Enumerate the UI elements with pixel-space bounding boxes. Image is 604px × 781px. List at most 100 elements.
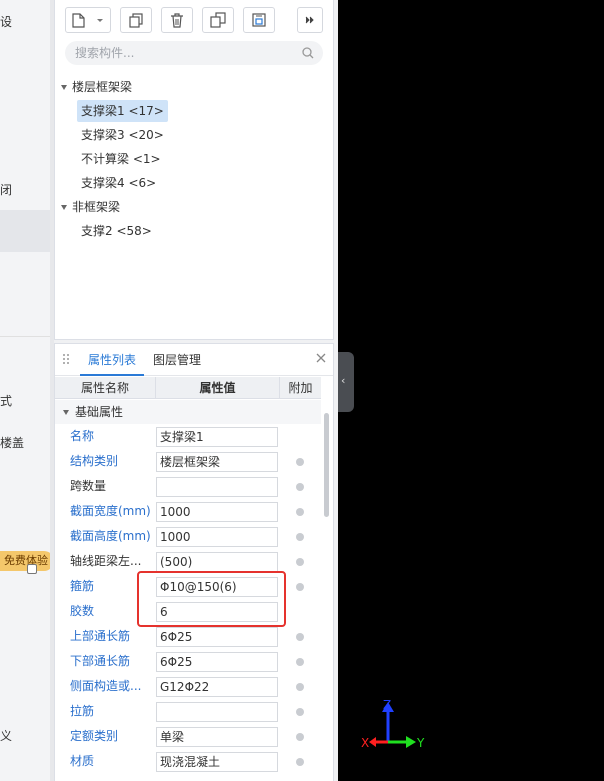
property-row: 跨数量 [55, 474, 321, 499]
more-tools-button[interactable] [297, 7, 323, 33]
extra-radio[interactable] [296, 508, 304, 516]
left-sidebar: 设 闭 式 楼盖 免费体验 义 [0, 0, 50, 781]
extra-radio[interactable] [296, 458, 304, 466]
new-file-icon [72, 13, 103, 28]
extra-radio[interactable] [296, 483, 304, 491]
property-value[interactable] [156, 477, 278, 497]
sidebar-item-fragment[interactable]: 设 [0, 13, 12, 30]
property-value[interactable] [156, 702, 278, 722]
extra-radio[interactable] [296, 658, 304, 666]
layer-copy-button[interactable] [243, 7, 275, 33]
sidebar-selected-item[interactable] [0, 210, 50, 252]
property-name: 名称 [70, 429, 95, 443]
chevron-down-icon[interactable] [63, 410, 69, 415]
property-name: 截面高度(mm) [70, 529, 151, 543]
component-toolbar [55, 0, 333, 36]
extra-radio[interactable] [296, 583, 304, 591]
extra-radio[interactable] [296, 533, 304, 541]
property-name: 下部通长筋 [70, 654, 131, 668]
section-basic-properties[interactable]: 基础属性 [55, 400, 321, 424]
component-panel: 楼层框架梁 支撑梁1 <17> 支撑梁3 <20> 不计算梁 <1> 支撑梁4 … [54, 0, 334, 340]
z-axis-label: Z [383, 698, 391, 712]
tree-group-frame-beam[interactable]: 楼层框架梁 [61, 76, 132, 98]
property-name: 侧面构造或... [70, 679, 142, 693]
property-value[interactable]: 1000 [156, 527, 278, 547]
tree-group-non-frame-beam[interactable]: 非框架梁 [61, 196, 120, 218]
tab-layer-management[interactable]: 图层管理 [153, 344, 201, 376]
trial-icon [27, 564, 37, 574]
properties-scrollbar[interactable] [324, 413, 329, 517]
property-value[interactable]: 现浇混凝土 [156, 752, 278, 772]
duplicate-button[interactable] [202, 7, 234, 33]
free-trial-badge[interactable]: 免费体验 [0, 551, 50, 571]
extra-radio[interactable] [296, 708, 304, 716]
property-value[interactable]: G12Φ22 [156, 677, 278, 697]
extra-radio[interactable] [296, 558, 304, 566]
property-row: 下部通长筋 6Φ25 [55, 649, 321, 674]
column-header-value: 属性值 [155, 377, 280, 399]
tree-item[interactable]: 支撑梁1 <17> [77, 100, 168, 122]
chevron-down-icon[interactable] [61, 85, 67, 90]
x-axis-label: X [361, 736, 369, 750]
property-value[interactable]: (500) [156, 552, 278, 572]
3d-viewport[interactable] [338, 0, 604, 781]
search-icon[interactable] [302, 47, 314, 59]
y-axis-label: Y [416, 736, 425, 750]
axis-gizmo: Z Y X [361, 698, 425, 750]
delete-button[interactable] [161, 7, 193, 33]
property-value[interactable]: 6Φ25 [156, 627, 278, 647]
duplicate-icon [210, 12, 226, 28]
property-row: 名称 支撑梁1 [55, 424, 321, 449]
property-name: 跨数量 [70, 479, 107, 493]
copy-button[interactable] [120, 7, 152, 33]
tab-property-list[interactable]: 属性列表 [80, 344, 144, 376]
new-component-button[interactable] [65, 7, 111, 33]
section-label: 基础属性 [75, 405, 124, 419]
properties-tabs: 属性列表 图层管理 [55, 344, 333, 376]
property-value[interactable]: 单梁 [156, 727, 278, 747]
property-row: 侧面构造或... G12Φ22 [55, 674, 321, 699]
sidebar-item-fragment[interactable]: 式 [0, 392, 12, 409]
tree-group-label: 楼层框架梁 [72, 80, 133, 94]
extra-radio[interactable] [296, 633, 304, 641]
property-value[interactable]: 支撑梁1 [156, 427, 278, 447]
chevron-left-icon: ‹ [341, 374, 346, 387]
tree-item[interactable]: 不计算梁 <1> [77, 148, 165, 170]
property-value[interactable]: 楼层框架梁 [156, 452, 278, 472]
property-name: 定额类别 [70, 729, 119, 743]
column-header-name: 属性名称 [80, 381, 129, 395]
property-row: 截面宽度(mm) 1000 [55, 499, 321, 524]
property-row: 材质 现浇混凝土 [55, 749, 321, 774]
extra-radio[interactable] [296, 733, 304, 741]
extra-radio[interactable] [296, 683, 304, 691]
property-row: 拉筋 [55, 699, 321, 724]
property-name: 结构类别 [70, 454, 119, 468]
sidebar-item-fragment[interactable]: 楼盖 [0, 434, 24, 451]
property-value[interactable]: 6Φ25 [156, 652, 278, 672]
properties-panel: 属性列表 图层管理 属性名称 属性值 附加 基础属性 名称 支撑梁1 结构类别 … [54, 343, 334, 781]
tree-item[interactable]: 支撑梁4 <6> [77, 172, 160, 194]
property-name: 材质 [70, 754, 95, 768]
layer-copy-icon [252, 13, 266, 27]
sidebar-item-fragment[interactable]: 义 [0, 727, 12, 744]
component-search [65, 41, 323, 65]
chevron-down-icon[interactable] [61, 205, 67, 210]
collapse-panel-button[interactable]: ‹ [338, 352, 354, 412]
tree-item[interactable]: 支撑梁3 <20> [77, 124, 168, 146]
property-row: 结构类别 楼层框架梁 [55, 449, 321, 474]
extra-radio[interactable] [296, 758, 304, 766]
sidebar-divider [0, 336, 50, 337]
annotation-highlight-box [137, 571, 286, 627]
tree-item[interactable]: 支撑2 <58> [77, 220, 156, 242]
property-value[interactable]: 1000 [156, 502, 278, 522]
property-row: 截面高度(mm) 1000 [55, 524, 321, 549]
property-row: 上部通长筋 6Φ25 [55, 624, 321, 649]
double-chevron-right-icon [305, 16, 314, 24]
property-name: 上部通长筋 [70, 629, 131, 643]
sidebar-item-fragment[interactable]: 闭 [0, 181, 12, 198]
tree-group-label: 非框架梁 [72, 200, 121, 214]
drag-handle-icon[interactable] [62, 353, 70, 367]
properties-table-header: 属性名称 属性值 附加 [55, 377, 321, 399]
close-icon[interactable] [316, 353, 326, 363]
component-search-input[interactable] [75, 41, 285, 65]
